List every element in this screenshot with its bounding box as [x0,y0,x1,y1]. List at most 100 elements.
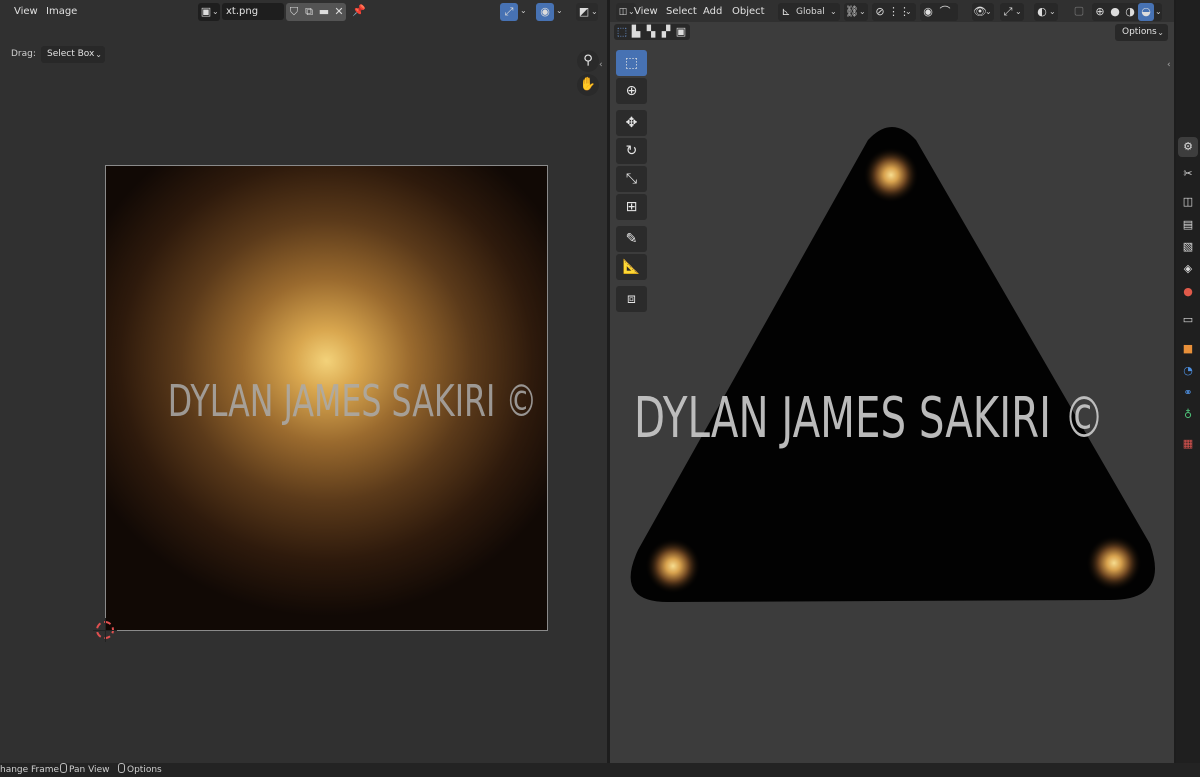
chevron-down-icon[interactable]: ⌄ [520,2,527,20]
overlays-button[interactable]: ◐ ⌄ [1034,3,1058,21]
select-intersect-icon[interactable]: ▣ [674,24,688,40]
unlink-close-icon[interactable]: ✕ [332,3,346,21]
drag-mode-value: Select Box [47,49,95,59]
image-icon: ▣ [200,5,212,18]
tab-collection[interactable]: ▭ [1178,310,1198,330]
editor-type-button[interactable]: ◫ ⌄ [616,3,636,21]
drag-mode-select[interactable]: Select Box ⌄ [41,46,105,63]
sidebar-toggle-arrow-icon[interactable]: ‹ [599,60,603,70]
scale-icon: ⤡ [625,171,638,187]
status-change-frame: hange Frame [0,765,60,775]
constraints-icon: ⚭ [1183,386,1193,399]
snapping-controls[interactable]: ⊘ ⋮⋮ ⌄ [872,3,916,21]
visibility-button[interactable]: 👁 ⌄ [972,3,994,21]
image-name-field[interactable]: xt.png [222,3,284,20]
tab-object-data[interactable]: ♁ [1178,405,1198,425]
select-subtract-icon[interactable]: ▚ [644,24,658,40]
menu-object[interactable]: Object [732,4,765,19]
tool-measure[interactable]: 📐 [616,254,647,280]
tool-select-box[interactable]: ⬚ [616,50,647,76]
selection-mode-buttons: ⬚ ▙ ▚ ▞ ▣ [614,24,690,40]
select-extend-icon[interactable]: ▙ [629,24,643,40]
chevron-down-icon[interactable]: ⌄ [556,2,563,20]
chevron-down-icon: ⌄ [905,7,912,16]
sidebar-toggle-arrow-icon[interactable]: ‹ [1167,60,1171,70]
orientation-axes-icon: ⊾ [781,5,791,18]
status-pan-view-label: Pan View [69,765,110,775]
physics-orbit-icon: ◔ [1183,364,1193,377]
tool-transform[interactable]: ⊞ [616,194,647,220]
rendered-shading-button[interactable]: ◒ [1138,3,1154,21]
options-label: Options [1122,27,1157,37]
output-printer-icon: ▤ [1182,218,1194,231]
material-preview-icon[interactable]: ◑ [1123,3,1137,21]
shading-mode-buttons: ⊕ ● ◑ ◒ ⌄ [1092,3,1162,21]
orientation-value: Global [796,7,825,17]
image-canvas[interactable]: DYLAN JAMES SAKIRI © [105,165,548,631]
fake-user-shield-icon[interactable]: ⛉ [287,3,301,21]
mouse-icon [60,763,67,773]
menu-view[interactable]: View [14,4,38,19]
chevron-down-icon: ⌄ [95,50,102,59]
2d-cursor-icon[interactable] [93,618,117,642]
tool-cursor[interactable]: ⊕ [616,78,647,104]
chevron-down-icon: ⌄ [1015,7,1022,16]
tool-rotate[interactable]: ↻ [616,138,647,164]
snap-toggle-button[interactable]: ⤢ [500,3,518,21]
tab-constraints[interactable]: ⚭ [1178,383,1198,403]
wireframe-shading-icon[interactable]: ⊕ [1093,3,1107,21]
pin-icon[interactable]: 📌 [352,2,366,20]
texture-checker-icon: ▦ [1182,437,1194,450]
status-options-label: Options [127,765,162,775]
zoom-view-icon[interactable]: ⚲ [577,50,599,72]
transform-orientation-select[interactable]: ⊾ Global ⌄ [778,3,840,21]
pan-hand-icon[interactable]: ✋ [577,74,599,96]
new-image-icon[interactable]: ⧉ [302,3,316,21]
display-channels-button[interactable]: ◩ ⌄ [576,3,598,21]
solid-shading-icon[interactable]: ● [1108,3,1122,21]
image-browse-button[interactable]: ▣ ⌄ [198,3,220,21]
proportional-edit-controls[interactable]: ◉ ⌒ [920,3,958,21]
overlays-icon: ◉ [540,5,550,18]
mouse-icon [118,763,125,773]
chevron-down-icon[interactable]: ⌄ [1155,3,1162,21]
select-invert-icon[interactable]: ▞ [659,24,673,40]
tab-scene[interactable]: ◈ [1178,259,1198,279]
tool-annotate[interactable]: ✎ [616,226,647,252]
tab-object[interactable]: ■ [1178,339,1198,359]
menu-select[interactable]: Select [666,4,697,19]
tab-active-tool[interactable]: ✂ [1178,164,1198,184]
tab-view-layer[interactable]: ▧ [1178,237,1198,257]
open-folder-icon[interactable]: ▬ [317,3,331,21]
object-square-icon: ■ [1182,342,1194,355]
xray-icon[interactable]: ▢ [1072,2,1086,20]
pivot-point-button[interactable]: ⛓ ⌄ [844,3,868,21]
chevron-down-icon: ⌄ [212,7,219,16]
options-dropdown[interactable]: Options ⌄ [1115,24,1168,41]
select-new-icon[interactable]: ⬚ [615,24,629,40]
snap-increment-icon: ⋮⋮ [888,5,910,18]
tool-scale[interactable]: ⤡ [616,166,647,192]
tab-texture[interactable]: ▦ [1178,434,1198,454]
status-options: Options [118,763,162,777]
overlays-toggle-button[interactable]: ◉ [536,3,554,21]
select-box-icon: ⬚ [624,55,639,71]
tab-physics[interactable]: ◔ [1178,361,1198,381]
tab-world[interactable]: ● [1178,282,1198,302]
tool-settings-icon: ⚙ [1183,140,1193,153]
tab-render[interactable]: ◫ [1178,192,1198,212]
tab-output[interactable]: ▤ [1178,215,1198,235]
image-datablock-buttons: ⛉ ⧉ ▬ ✕ [286,3,346,21]
menu-add[interactable]: Add [703,4,722,19]
gizmo-button[interactable]: ⤢ ⌄ [1000,3,1024,21]
annotate-pencil-icon: ✎ [625,231,638,247]
menu-view[interactable]: View [634,4,658,19]
tab-tool[interactable]: ⚙ [1178,137,1198,157]
snap-magnet-icon: ⊘ [875,5,885,18]
tool-add-cube[interactable]: ⧈ [616,286,647,312]
viewport-watermark-text: DYLAN JAMES SAKIRI © [634,386,1105,451]
measure-ruler-icon: 📐 [622,259,641,275]
cursor-icon: ⊕ [625,83,638,99]
tool-move[interactable]: ✥ [616,110,647,136]
menu-image[interactable]: Image [46,4,77,19]
